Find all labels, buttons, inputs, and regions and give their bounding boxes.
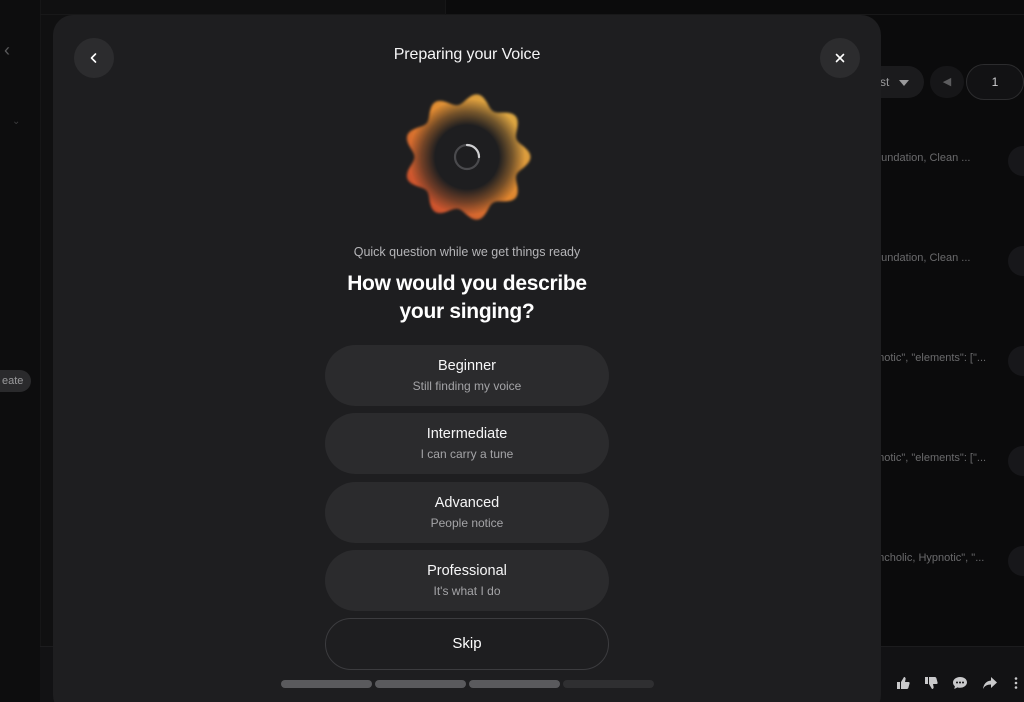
progress-segment	[375, 680, 466, 688]
option-subtitle: It's what I do	[433, 584, 501, 598]
question-heading: How would you describe your singing?	[347, 272, 587, 323]
caret-down-icon	[899, 79, 910, 86]
list-item-snippet: onotic", "elements": ["...	[872, 452, 987, 464]
modal-subtitle: Quick question while we get things ready	[353, 245, 581, 259]
option-beginner[interactable]: Beginner Still finding my voice	[325, 345, 609, 406]
thumbs-up-icon[interactable]	[896, 676, 910, 693]
option-title: Professional	[427, 563, 507, 579]
voice-orb-icon	[406, 94, 531, 220]
list-item-snippet: ancholic, Hypnotic", "...	[872, 552, 985, 564]
list-item-action[interactable]	[1008, 246, 1024, 276]
skip-button[interactable]: Skip	[325, 618, 609, 670]
option-title: Intermediate	[426, 426, 508, 442]
share-icon[interactable]	[982, 676, 998, 693]
option-subtitle: I can carry a tune	[420, 447, 514, 461]
option-intermediate[interactable]: Intermediate I can carry a tune	[325, 413, 609, 474]
step-progress	[281, 680, 654, 688]
sort-label: st	[880, 75, 890, 89]
list-item-snippet: foundation, Clean ...	[872, 152, 971, 164]
option-subtitle: People notice	[430, 516, 504, 530]
progress-segment	[469, 680, 560, 688]
option-title: Advanced	[434, 495, 500, 511]
left-rail	[0, 0, 40, 702]
list-item-action[interactable]	[1008, 346, 1024, 376]
option-advanced[interactable]: Advanced People notice	[325, 482, 609, 543]
progress-segment	[563, 680, 654, 688]
close-button[interactable]	[820, 38, 860, 78]
close-icon	[835, 53, 845, 63]
list-item-action[interactable]	[1008, 146, 1024, 176]
page-number[interactable]: 1	[966, 64, 1024, 100]
create-button[interactable]: eate	[0, 370, 32, 392]
option-subtitle: Still finding my voice	[412, 379, 522, 393]
comment-icon[interactable]	[952, 676, 968, 693]
more-icon[interactable]	[1014, 676, 1018, 693]
prev-page-button[interactable]: ◀	[930, 66, 964, 98]
list-item-action[interactable]	[1008, 546, 1024, 576]
modal-title: Preparing your Voice	[393, 46, 541, 63]
progress-segment	[281, 680, 372, 688]
option-title: Beginner	[437, 358, 497, 374]
option-professional[interactable]: Professional It's what I do	[325, 550, 609, 611]
thumbs-down-icon[interactable]	[924, 676, 938, 693]
list-item-snippet: onotic", "elements": ["...	[872, 352, 987, 364]
chevron-down-icon: ⌄	[12, 116, 21, 127]
list-item-action[interactable]	[1008, 446, 1024, 476]
